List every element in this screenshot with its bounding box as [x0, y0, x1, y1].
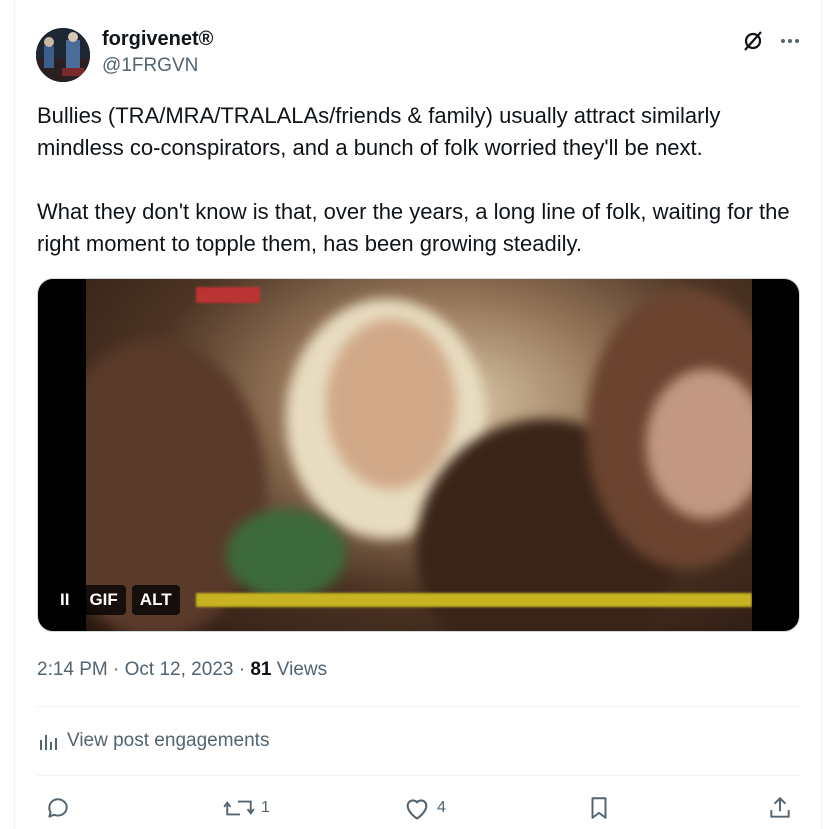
bookmark-button[interactable] — [587, 788, 611, 828]
news-ticker — [196, 593, 752, 607]
action-bar: 1 4 — [37, 788, 800, 828]
post-paragraph: What they don't know is that, over the y… — [37, 199, 790, 256]
views-count: 81 — [250, 659, 272, 680]
gif-badge: GIF — [81, 585, 126, 615]
post-text: Bullies (TRA/MRA/TRALALAs/friends & fami… — [37, 100, 807, 260]
alt-text-button[interactable]: ALT — [131, 585, 180, 615]
repost-icon — [223, 800, 255, 816]
grok-icon[interactable] — [739, 27, 767, 55]
gif-controls: II GIF ALT — [54, 585, 180, 615]
reply-button[interactable] — [45, 788, 77, 828]
post-time[interactable]: 2:14 PM — [37, 659, 108, 680]
news-logo — [196, 287, 260, 303]
divider — [37, 706, 800, 707]
gif-frame — [86, 279, 752, 631]
gif-media[interactable]: II GIF ALT — [37, 278, 800, 632]
post-date[interactable]: Oct 12, 2023 — [125, 659, 234, 680]
divider — [37, 775, 800, 776]
display-name[interactable]: forgivenet® — [102, 26, 213, 52]
meta-separator: · — [113, 659, 120, 680]
meta-separator: · — [238, 659, 246, 680]
share-button[interactable] — [767, 788, 793, 828]
blurred-figure — [326, 319, 456, 489]
analytics-icon — [40, 735, 57, 750]
share-icon — [770, 796, 790, 818]
blurred-figure — [226, 509, 346, 599]
repost-button[interactable]: 1 — [223, 788, 270, 828]
avatar[interactable] — [36, 28, 90, 82]
pause-button[interactable]: II — [54, 585, 75, 615]
heart-icon — [406, 799, 428, 820]
reply-icon — [48, 798, 68, 818]
repost-count: 1 — [261, 799, 270, 816]
like-count: 4 — [437, 799, 446, 816]
like-button[interactable]: 4 — [403, 788, 446, 828]
more-options-icon[interactable] — [776, 27, 804, 55]
engagements-label: View post engagements — [67, 730, 270, 751]
handle[interactable]: @1FRGVN — [102, 54, 198, 78]
bookmark-icon — [591, 797, 607, 819]
view-engagements-link[interactable]: View post engagements — [37, 730, 269, 752]
views-label: Views — [276, 659, 328, 680]
post-meta: 2:14 PM · Oct 12, 2023 · 81 Views — [37, 658, 327, 682]
avatar-image — [36, 28, 90, 82]
post-paragraph: Bullies (TRA/MRA/TRALALAs/friends & fami… — [37, 103, 721, 160]
